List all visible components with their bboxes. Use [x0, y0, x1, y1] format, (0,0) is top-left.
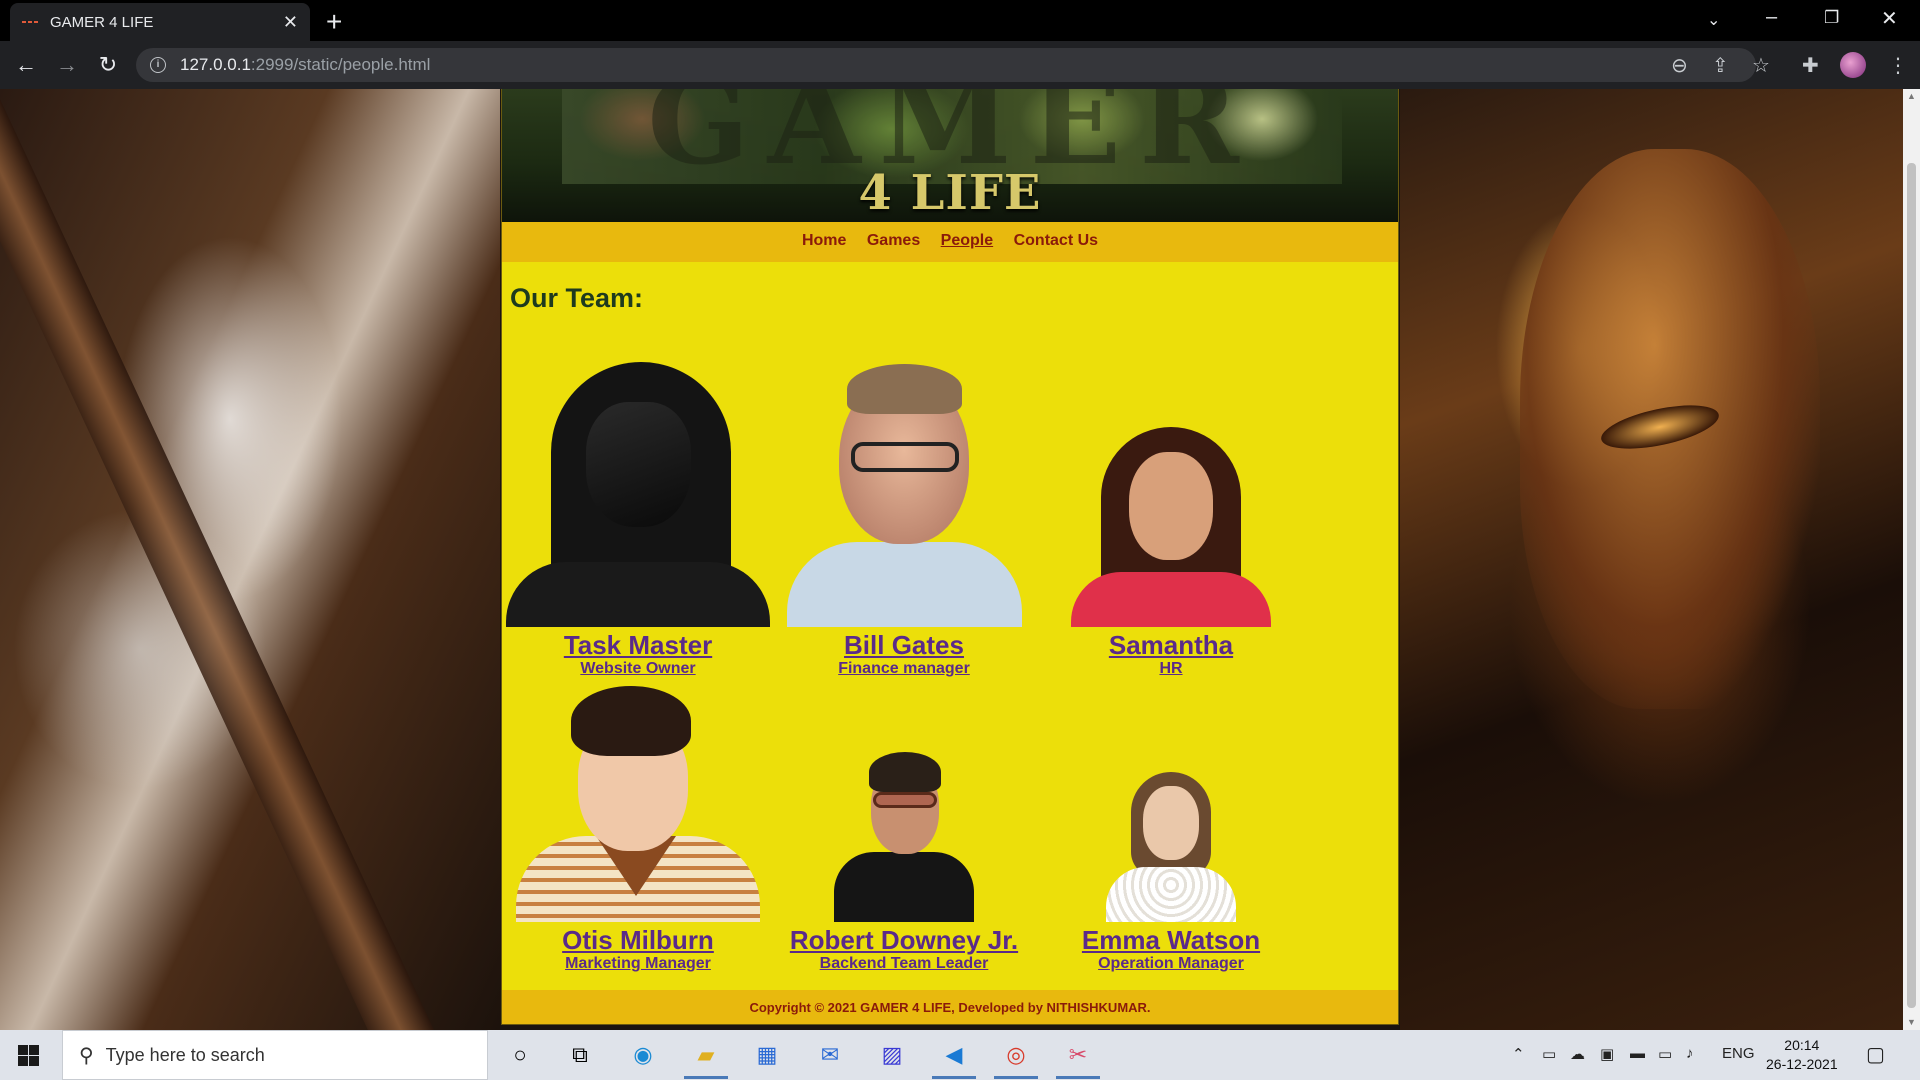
- background-art-left: [0, 89, 500, 1030]
- team-member-role[interactable]: Website Owner: [506, 659, 770, 679]
- close-window-icon[interactable]: ✕: [1881, 6, 1898, 31]
- address-bar[interactable]: i 127.0.0.1 :2999/static/people.html: [136, 48, 1756, 82]
- page-container: GAMER 4 LIFE Home Games People Contact U…: [501, 89, 1399, 1025]
- team-photo: [506, 686, 770, 922]
- store-icon[interactable]: ▦: [751, 1040, 783, 1070]
- team-photo: [1101, 772, 1241, 922]
- team-member-role[interactable]: Finance manager: [772, 659, 1036, 679]
- team-member-name[interactable]: Samantha: [1039, 631, 1303, 659]
- vscode-icon[interactable]: ◀: [932, 1040, 976, 1079]
- clock-date: 26-12-2021: [1766, 1056, 1838, 1072]
- site-logo-text: 4 LIFE: [858, 165, 1042, 221]
- team-card: Samantha HR: [1039, 427, 1303, 679]
- new-tab-icon[interactable]: +: [326, 6, 342, 38]
- team-card: Emma Watson Operation Manager: [1039, 772, 1303, 974]
- nav-link-games[interactable]: Games: [867, 232, 920, 249]
- team-photo: [786, 362, 1022, 627]
- team-member-role[interactable]: Backend Team Leader: [762, 954, 1046, 974]
- scrollbar-thumb[interactable]: [1907, 163, 1916, 1008]
- taskbar-search-placeholder: Type here to search: [105, 1044, 265, 1065]
- team-card: Robert Downey Jr. Backend Team Leader: [762, 752, 1046, 974]
- team-photo: [506, 362, 770, 627]
- device-icon[interactable]: ▣: [1600, 1045, 1614, 1063]
- profile-avatar[interactable]: [1840, 52, 1866, 78]
- clock-time: 20:14: [1784, 1037, 1820, 1053]
- windows-taskbar: ⚲ Type here to search ○ ⧉ ◉ ▰ ▦ ✉ ▨ ◀ ◎ …: [0, 1030, 1920, 1080]
- close-tab-icon[interactable]: ✕: [283, 12, 298, 33]
- site-footer: Copyright © 2021 GAMER 4 LIFE, Developed…: [502, 990, 1398, 1024]
- forward-icon[interactable]: →: [51, 49, 83, 81]
- team-member-name[interactable]: Bill Gates: [772, 631, 1036, 659]
- team-card: Task Master Website Owner: [506, 362, 770, 679]
- scroll-down-icon[interactable]: ▼: [1907, 1017, 1916, 1027]
- restore-icon[interactable]: ❐: [1824, 8, 1839, 28]
- browser-tab-strip: GAMER 4 LIFE ✕ + ⌄ – ❐ ✕: [0, 0, 1920, 41]
- page-scrollbar[interactable]: ▲ ▼: [1903, 89, 1920, 1030]
- meet-now-icon[interactable]: ▭: [1542, 1045, 1556, 1063]
- team-member-role[interactable]: Operation Manager: [1039, 954, 1303, 974]
- minimize-icon[interactable]: –: [1766, 6, 1777, 29]
- cortana-icon[interactable]: ○: [504, 1040, 536, 1070]
- extensions-icon[interactable]: ✚: [1802, 53, 1819, 78]
- volume-icon[interactable]: ♪: [1686, 1045, 1694, 1062]
- browser-tab[interactable]: GAMER 4 LIFE ✕: [10, 3, 310, 41]
- site-banner: GAMER 4 LIFE: [502, 89, 1398, 222]
- network-icon[interactable]: ▭: [1658, 1045, 1672, 1063]
- team-card: Otis Milburn Marketing Manager: [506, 686, 770, 974]
- team-member-name[interactable]: Task Master: [506, 631, 770, 659]
- site-info-icon[interactable]: i: [150, 57, 166, 73]
- team-member-role[interactable]: HR: [1039, 659, 1303, 679]
- chrome-icon[interactable]: ◎: [994, 1040, 1038, 1079]
- tab-search-chevron-icon[interactable]: ⌄: [1707, 10, 1720, 30]
- nav-link-home[interactable]: Home: [802, 232, 846, 249]
- mail-icon[interactable]: ✉: [814, 1040, 846, 1070]
- zoom-icon[interactable]: ⊖: [1671, 53, 1688, 78]
- page-viewport: GAMER 4 LIFE Home Games People Contact U…: [0, 89, 1903, 1030]
- team-member-role[interactable]: Marketing Manager: [506, 954, 770, 974]
- url-host: 127.0.0.1: [180, 55, 251, 74]
- snipping-tool-icon[interactable]: ✂: [1056, 1040, 1100, 1079]
- site-nav: Home Games People Contact Us: [502, 222, 1398, 262]
- show-hidden-icons-chevron-icon[interactable]: ⌃: [1512, 1045, 1525, 1063]
- nav-link-people[interactable]: People: [941, 232, 993, 249]
- language-indicator[interactable]: ENG: [1722, 1045, 1755, 1062]
- search-icon: ⚲: [79, 1044, 94, 1067]
- bookmark-star-icon[interactable]: ☆: [1752, 53, 1770, 78]
- reload-icon[interactable]: ↻: [92, 49, 124, 81]
- taskbar-clock[interactable]: 20:14 26-12-2021: [1766, 1036, 1838, 1074]
- page-title: Our Team:: [510, 283, 644, 313]
- browser-toolbar: ← → ↻ i 127.0.0.1 :2999/static/people.ht…: [0, 41, 1920, 89]
- share-icon[interactable]: ⇪: [1712, 53, 1729, 78]
- battery-icon[interactable]: ▬: [1630, 1045, 1645, 1062]
- team-card: Bill Gates Finance manager: [772, 362, 1036, 679]
- tab-title: GAMER 4 LIFE: [50, 13, 154, 31]
- nav-link-contact[interactable]: Contact Us: [1014, 232, 1098, 249]
- team-photo: [1071, 427, 1271, 627]
- task-view-icon[interactable]: ⧉: [564, 1040, 596, 1070]
- file-explorer-icon[interactable]: ▰: [684, 1040, 728, 1079]
- url-path: :2999/static/people.html: [250, 55, 431, 74]
- onedrive-icon[interactable]: ☁: [1570, 1045, 1585, 1063]
- edge-icon[interactable]: ◉: [627, 1040, 659, 1070]
- background-art-right: [1400, 89, 1903, 1030]
- windows-start-icon[interactable]: [18, 1045, 39, 1066]
- scroll-up-icon[interactable]: ▲: [1907, 91, 1916, 101]
- notifications-icon[interactable]: ▢: [1866, 1042, 1885, 1067]
- team-member-name[interactable]: Otis Milburn: [506, 926, 770, 954]
- text-editor-icon[interactable]: ▨: [876, 1040, 908, 1070]
- team-member-name[interactable]: Robert Downey Jr.: [762, 926, 1046, 954]
- browser-menu-icon[interactable]: ⋮: [1888, 53, 1908, 78]
- back-icon[interactable]: ←: [10, 49, 42, 81]
- team-photo: [829, 752, 979, 922]
- taskbar-search-box[interactable]: ⚲ Type here to search: [62, 1030, 488, 1080]
- site-favicon-icon: [22, 17, 38, 27]
- team-member-name[interactable]: Emma Watson: [1039, 926, 1303, 954]
